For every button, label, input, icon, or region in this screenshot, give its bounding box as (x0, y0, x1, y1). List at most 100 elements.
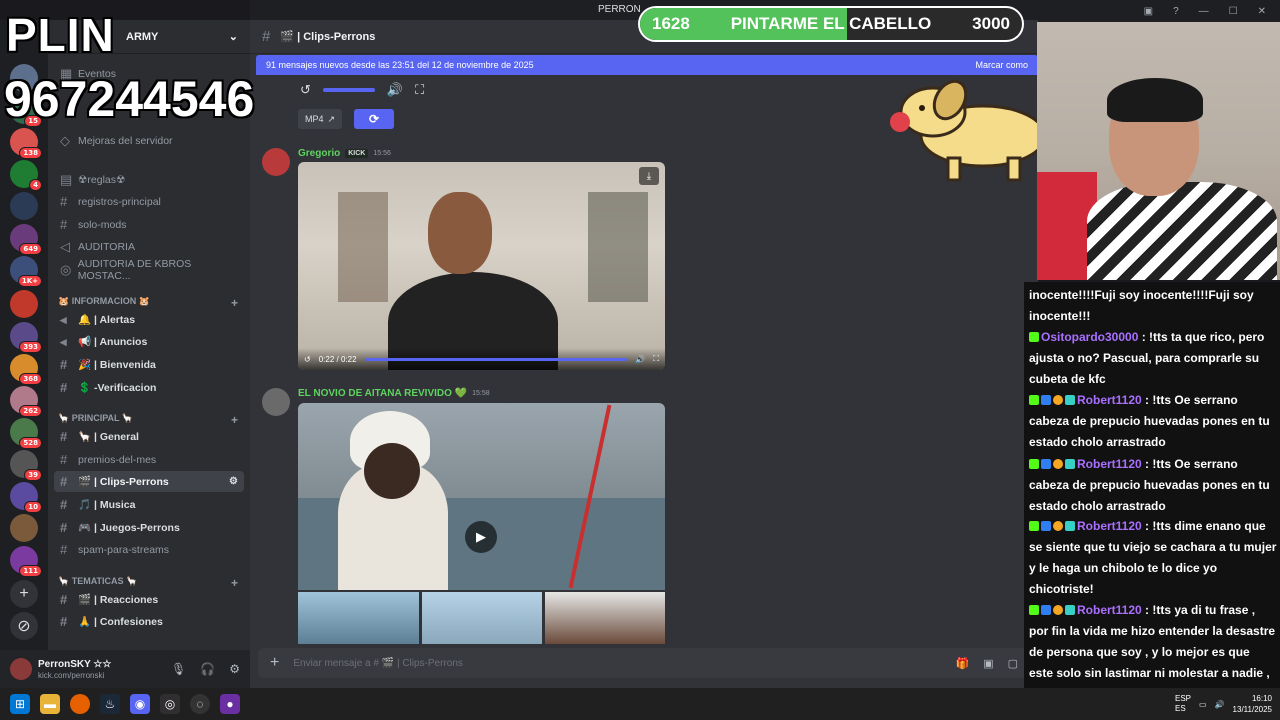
add-channel-icon[interactable]: + (231, 296, 238, 310)
maximize-button[interactable]: ☐ (1229, 6, 1238, 17)
avatar[interactable] (262, 148, 290, 176)
channel-clips-perrons[interactable]: # 🎬 | Clips-Perrons ⚙ (54, 471, 244, 492)
server-icon[interactable]: 138 (10, 128, 42, 159)
mod-badge-icon (1041, 605, 1051, 615)
discover-icon[interactable]: ⊘ (10, 612, 38, 640)
author-name[interactable]: Gregorio (298, 148, 340, 159)
language-code: ESP (1175, 694, 1192, 703)
play-icon[interactable]: ▶ (465, 521, 497, 553)
mp4-button[interactable]: MP4 ↗ (298, 109, 342, 129)
file-explorer-icon[interactable]: ▬ (40, 694, 60, 714)
server-icon[interactable]: 393 (10, 322, 42, 353)
volume-slider[interactable] (322, 88, 375, 92)
video-attachment[interactable]: ⤓ ↺ 0:22 / 0:22 🔊 ⛶ (298, 162, 665, 370)
language-indicator[interactable]: ESP ES (1175, 694, 1191, 714)
author-name[interactable]: EL NOVIO DE AITANA REVIVIDO 💚 (298, 388, 467, 399)
channel-juegos[interactable]: # 🎮 | Juegos-Perrons (54, 517, 244, 538)
user-info[interactable]: PerronSKY ☆☆ kick.com/perronski (38, 659, 111, 680)
gif-icon[interactable]: ▣ (983, 657, 993, 670)
steam-icon[interactable]: ♨ (100, 694, 120, 714)
volume-icon[interactable]: 🔊 (387, 82, 403, 98)
channel-anuncios[interactable]: ◂ 📢 | Anuncios (54, 331, 244, 352)
gear-icon[interactable]: ⚙ (229, 662, 240, 676)
server-icon[interactable] (10, 192, 38, 220)
channel-label: AUDITORIA DE KBROS MOSTAC... (77, 257, 192, 282)
microphone-icon[interactable]: 🎙 (171, 662, 186, 676)
gift-icon[interactable]: 🎁 (955, 657, 969, 670)
fullscreen-icon[interactable]: ⛶ (653, 354, 659, 364)
channel-verificacion[interactable]: # 💲 -Verificacion (54, 377, 244, 398)
server-icon[interactable]: 111 (10, 546, 42, 577)
inbox-icon[interactable]: ▣ (1144, 6, 1153, 17)
server-icon[interactable] (10, 514, 38, 542)
category-tematicas[interactable]: 🦙 TEMATICAS 🦙 + (58, 576, 238, 590)
server-icon[interactable]: 4 (10, 160, 42, 191)
channel-reacciones[interactable]: # 🎬 | Reacciones (54, 589, 244, 610)
mark-read-button[interactable]: Marcar como (975, 60, 1028, 70)
server-icon[interactable] (10, 290, 38, 318)
add-attachment-icon[interactable]: + (270, 654, 279, 672)
channel-confesiones[interactable]: # 🙏 | Confesiones (54, 611, 244, 632)
app-icon[interactable]: ◌ (190, 694, 210, 714)
kick-badge-icon (1029, 459, 1039, 469)
add-channel-icon[interactable]: + (231, 576, 238, 590)
channel-bienvenida[interactable]: # 🎉 | Bienvenida (54, 354, 244, 375)
app-icon[interactable]: ● (220, 694, 240, 714)
channel-registros[interactable]: # registros-principal (54, 191, 244, 212)
message-input[interactable]: Enviar mensaje a # 🎬 | Clips-Perrons (293, 658, 463, 669)
volume-icon[interactable]: 🔊 (1215, 700, 1225, 709)
replay-icon[interactable]: ↺ (300, 82, 311, 98)
add-channel-icon[interactable]: + (231, 413, 238, 427)
download-icon[interactable]: ⤓ (639, 167, 659, 185)
channel-auditoria-kbros[interactable]: ◎ AUDITORIA DE KBROS MOSTAC... (54, 257, 244, 282)
channel-label: Mejoras del servidor (78, 134, 173, 147)
server-icon[interactable]: 649 (10, 224, 42, 255)
server-icon[interactable]: 528 (10, 418, 42, 449)
channel-auditoria[interactable]: ◁ AUDITORIA (54, 236, 244, 257)
category-informacion[interactable]: 🐹 INFORMACION 🐹 + (58, 296, 238, 310)
server-icon[interactable]: 1K+ (10, 256, 42, 287)
help-icon[interactable]: ? (1173, 6, 1179, 17)
server-icon[interactable]: 39 (10, 450, 42, 481)
chat-message: Robert1120 : !tts Oe serrano cabeza de p… (1029, 390, 1277, 453)
channel-premios[interactable]: # premios-del-mes (54, 449, 244, 470)
obs-icon[interactable]: ◎ (160, 694, 180, 714)
headphones-icon[interactable]: 🎧 (200, 662, 215, 676)
video-attachment[interactable]: ▶ (298, 403, 665, 590)
replay-icon[interactable]: ↺ (304, 355, 311, 364)
fullscreen-icon[interactable]: ⛶ (415, 82, 424, 98)
server-icon[interactable]: 262 (10, 386, 42, 417)
avatar[interactable] (10, 658, 32, 680)
channel-reglas[interactable]: ▤ ☢reglas☢ (54, 169, 244, 190)
server-icon[interactable]: 10 (10, 482, 42, 513)
windows-start-icon[interactable]: ⊞ (10, 694, 30, 714)
channel-musica[interactable]: # 🎵 | Musica (54, 494, 244, 515)
video-thumbnail[interactable] (422, 592, 542, 644)
category-principal[interactable]: 🦙 PRINCIPAL 🦙 + (58, 413, 238, 427)
clock[interactable]: 16:10 13/11/2025 (1233, 693, 1272, 715)
minimize-button[interactable]: — (1199, 6, 1209, 17)
server-icon[interactable]: 368 (10, 354, 42, 385)
settings-icon[interactable]: ⚙ (229, 476, 238, 487)
video-thumbnail[interactable] (298, 592, 419, 644)
user-controls: 🎙 🎧 ⚙ (171, 662, 240, 676)
video-thumbnail[interactable] (545, 592, 665, 644)
volume-icon[interactable]: 🔊 (635, 355, 645, 364)
video-progress[interactable] (364, 357, 628, 361)
message-composer[interactable]: + Enviar mensaje a # 🎬 | Clips-Perrons 🎁… (258, 648, 1030, 678)
channel-alertas[interactable]: ◂ 🔔 | Alertas (54, 309, 244, 330)
new-messages-banner[interactable]: 91 mensajes nuevos desde las 23:51 del 1… (256, 55, 1038, 75)
add-server-button[interactable]: + (10, 580, 38, 608)
channel-solo-mods[interactable]: # solo-mods (54, 214, 244, 235)
discord-icon[interactable]: ◉ (130, 694, 150, 714)
close-button[interactable]: ✕ (1258, 6, 1266, 17)
hash-icon: # (60, 217, 68, 232)
avatar[interactable] (262, 388, 290, 416)
firefox-icon[interactable] (70, 694, 90, 714)
refresh-button[interactable]: ⟳ (354, 109, 394, 129)
channel-spam[interactable]: # spam-para-streams (54, 539, 244, 560)
monitor-icon[interactable]: ▭ (1199, 700, 1207, 709)
sticker-icon[interactable]: ▢ (1008, 657, 1018, 670)
channel-general[interactable]: # 🦙 | General (54, 426, 244, 447)
sidebar-item-boosts[interactable]: ◇ Mejoras del servidor (54, 130, 244, 151)
